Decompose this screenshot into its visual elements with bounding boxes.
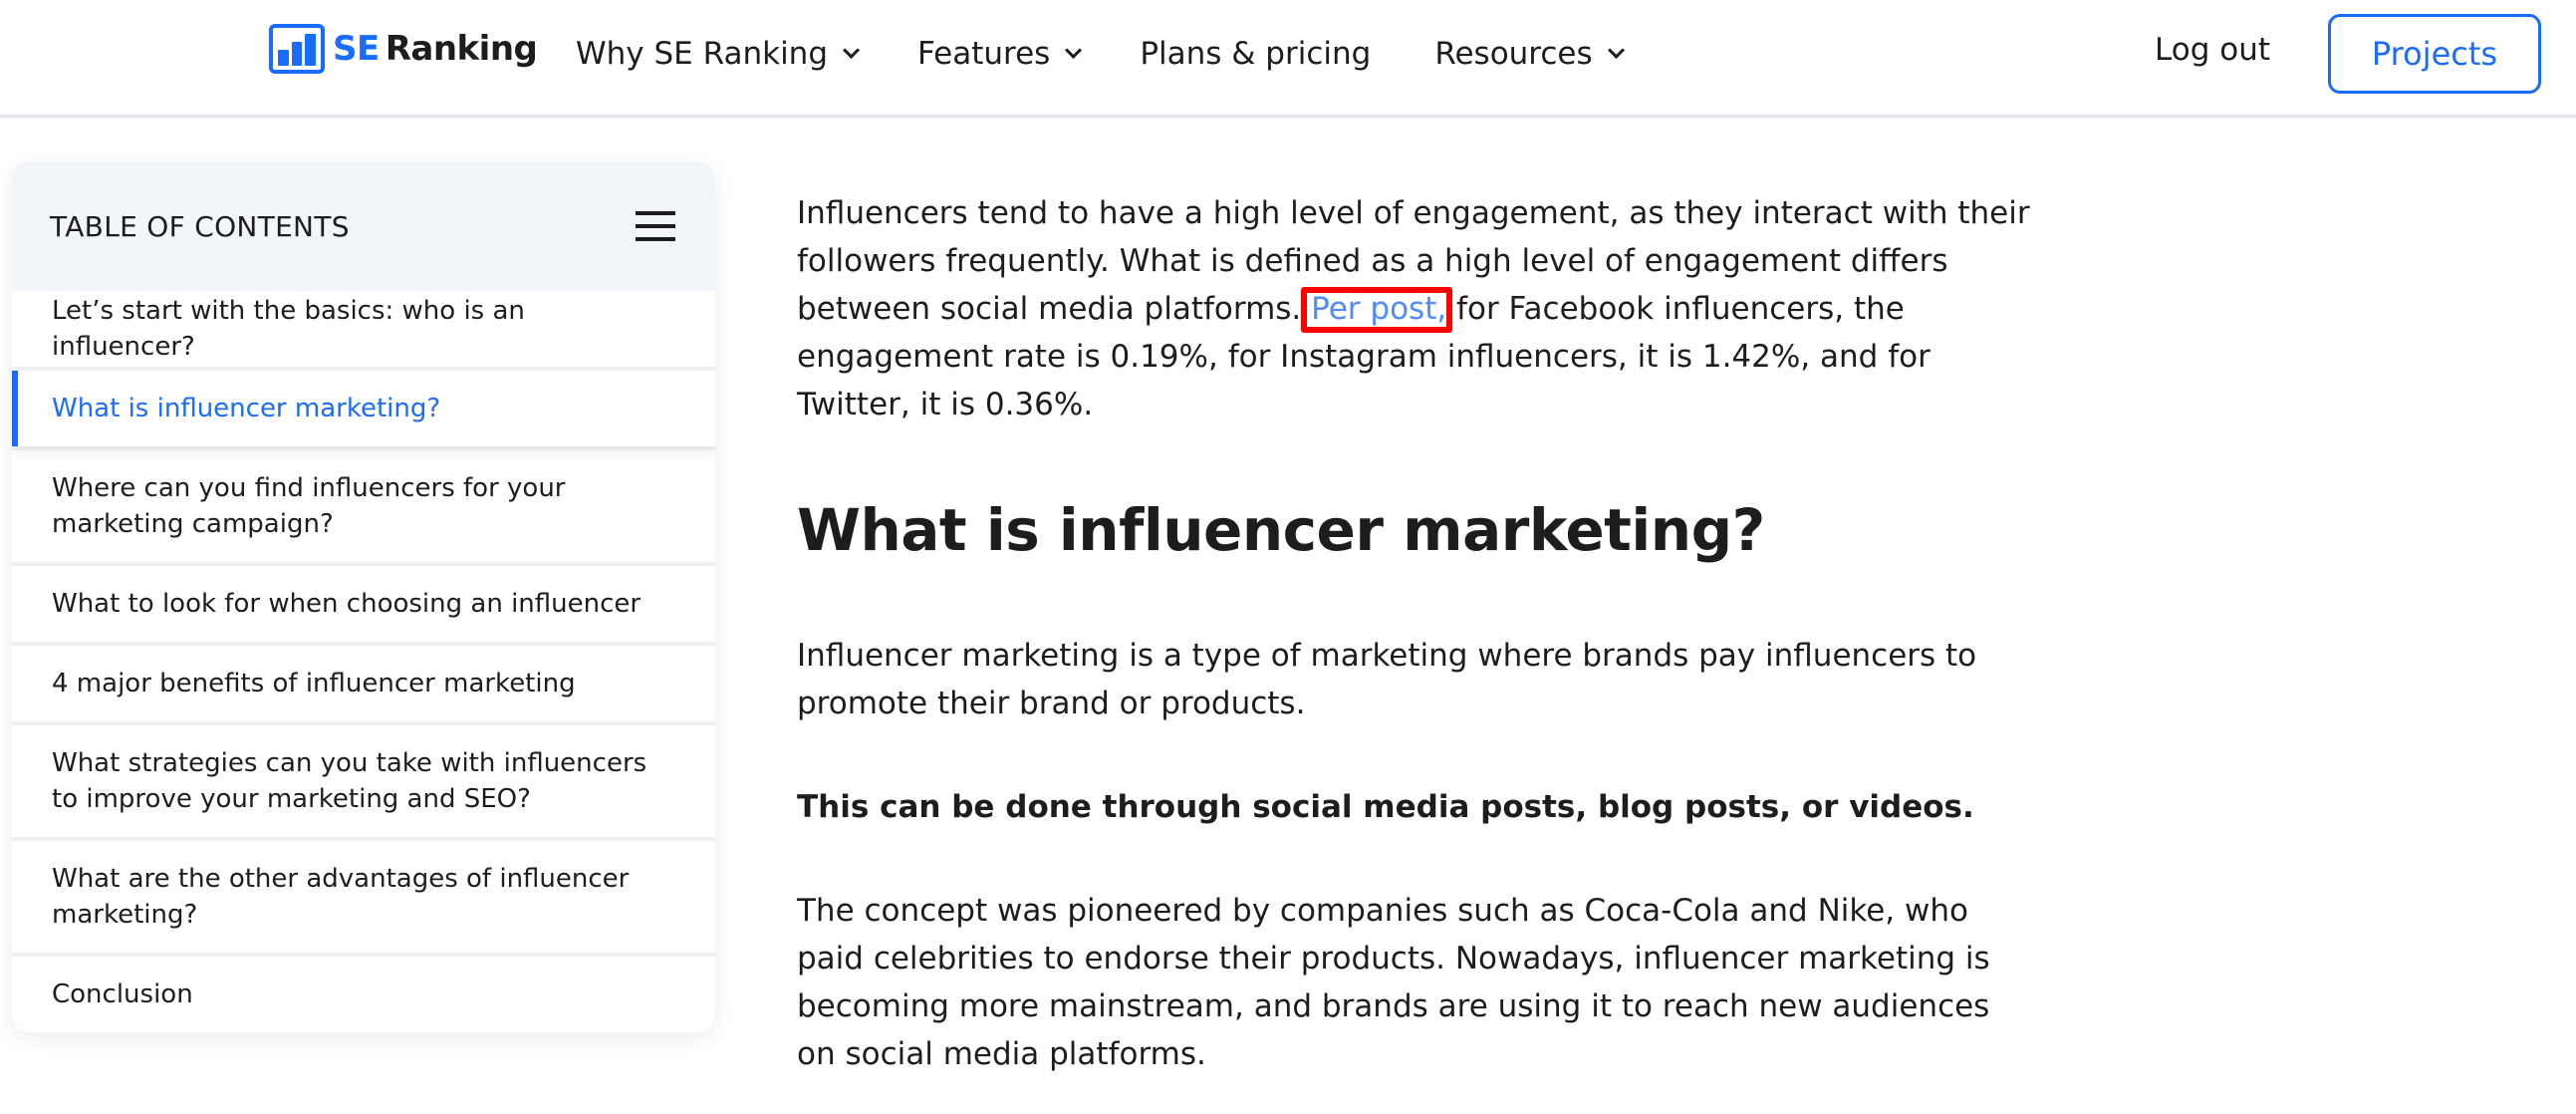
toc-item-label: What is influencer marketing?: [52, 394, 441, 423]
toc-item[interactable]: What to look for when choosing an influe…: [12, 566, 715, 642]
toc-item[interactable]: Where can you find influencers for your …: [12, 450, 715, 562]
toc-item[interactable]: 4 major benefits of influencer marketing: [12, 646, 715, 721]
toc-item[interactable]: What are the other advantages of influen…: [12, 841, 715, 953]
chevron-down-icon: [843, 41, 861, 59]
logo-wordmark: SE Ranking: [333, 29, 538, 69]
table-of-contents: TABLE OF CONTENTS Let’s start with the b…: [12, 161, 715, 1032]
logo-name: Ranking: [385, 29, 538, 69]
toc-item-label: What are the other advantages of influen…: [52, 864, 630, 930]
main-nav: Why SE Ranking Features Plans & pricing …: [576, 30, 1682, 78]
definition-paragraph: Influencer marketing is a type of market…: [797, 638, 1977, 721]
se-ranking-logo[interactable]: SE Ranking: [269, 24, 538, 74]
toc-item[interactable]: Let’s start with the basics: who is an i…: [12, 291, 715, 367]
toc-item-label: What to look for when choosing an influe…: [52, 589, 642, 619]
nav-why-se-ranking[interactable]: Why SE Ranking: [576, 36, 861, 72]
toc-item[interactable]: What strategies can you take with influe…: [12, 725, 715, 837]
intro-paragraph: Influencers tend to have a high level of…: [797, 189, 2032, 428]
nav-features[interactable]: Features: [917, 36, 1083, 72]
toc-item-active[interactable]: What is influencer marketing?: [12, 371, 715, 446]
toc-item-label: 4 major benefits of influencer marketing: [52, 669, 576, 698]
section-heading: What is influencer marketing?: [797, 496, 1765, 564]
per-post-link-text: Per post,: [1311, 291, 1447, 327]
nav-label: Plans & pricing: [1140, 36, 1372, 72]
toc-list: Let’s start with the basics: who is an i…: [12, 291, 715, 1032]
nav-label: Why SE Ranking: [576, 36, 829, 72]
site-header: SE Ranking Why SE Ranking Features Plans …: [0, 0, 2576, 118]
hamburger-menu-icon[interactable]: [636, 211, 675, 241]
per-post-link[interactable]: Per post,: [1301, 287, 1453, 333]
chevron-down-icon: [1065, 41, 1083, 59]
nav-label: Features: [917, 36, 1051, 72]
nav-resources[interactable]: Resources: [1434, 36, 1625, 72]
logout-link[interactable]: Log out: [2155, 32, 2270, 68]
bold-paragraph: This can be done through social media po…: [797, 789, 1974, 825]
toc-item-label: What strategies can you take with influe…: [52, 748, 647, 814]
chevron-down-icon: [1607, 41, 1625, 59]
toc-item[interactable]: Conclusion: [12, 957, 715, 1032]
toc-item-label: Where can you find influencers for your …: [52, 473, 566, 539]
toc-title: TABLE OF CONTENTS: [50, 209, 350, 243]
projects-button[interactable]: Projects: [2328, 14, 2541, 94]
bar-chart-logo-icon: [269, 24, 325, 74]
toc-header: TABLE OF CONTENTS: [12, 161, 715, 291]
toc-item-label: Conclusion: [52, 979, 193, 1009]
nav-label: Resources: [1434, 36, 1593, 72]
nav-plans-pricing[interactable]: Plans & pricing: [1140, 36, 1371, 72]
toc-item-label: Let’s start with the basics: who is an i…: [52, 296, 525, 362]
logo-prefix: SE: [333, 29, 380, 69]
history-paragraph: The concept was pioneered by companies s…: [797, 893, 1990, 1072]
